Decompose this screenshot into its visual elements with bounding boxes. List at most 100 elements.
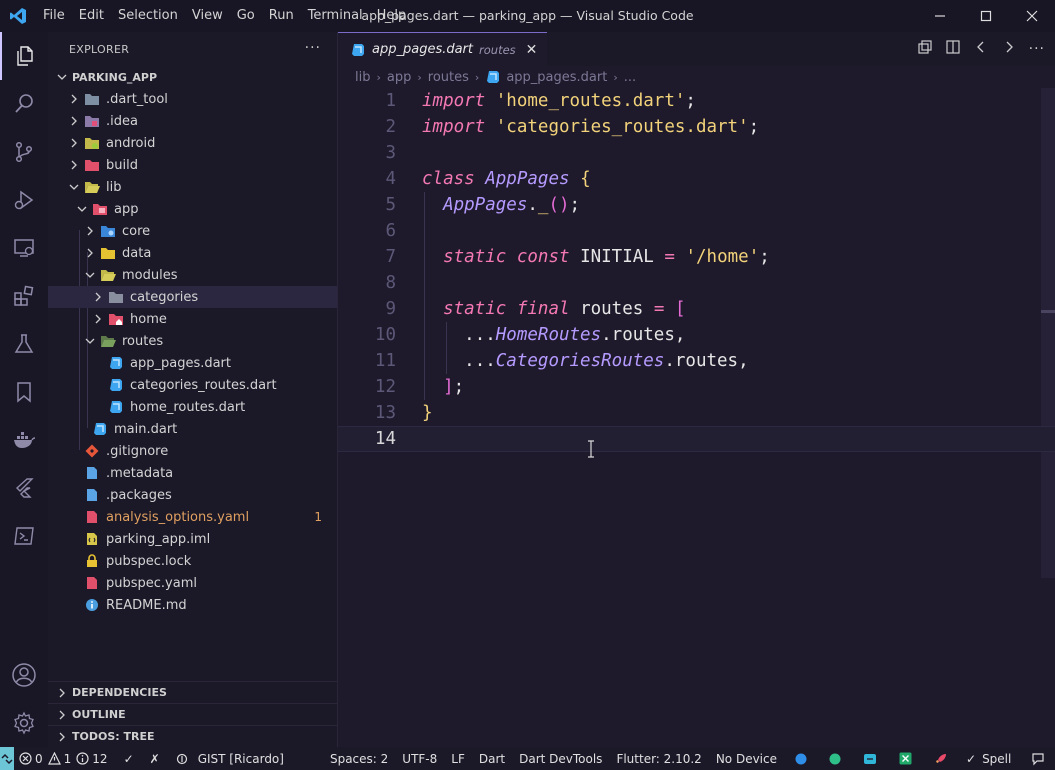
feedback-icon[interactable] (1026, 747, 1050, 770)
code-line: 8 (338, 270, 1055, 296)
code-line: 10 ...HomeRoutes.routes, (338, 322, 1055, 348)
breadcrumb-item[interactable]: app (387, 70, 411, 85)
blue-circle-icon[interactable] (790, 747, 812, 770)
tree-folder-dart-tool[interactable]: .dart_tool (48, 88, 337, 110)
tab-app-pages[interactable]: app_pages.dart routes ✕ (338, 32, 548, 66)
tab-title: app_pages.dart (372, 42, 474, 57)
tree-folder-home[interactable]: home (48, 308, 337, 330)
accounts-icon[interactable] (0, 651, 48, 699)
more-actions-icon[interactable]: ··· (1029, 41, 1045, 57)
language-mode-status[interactable]: Dart (474, 747, 510, 770)
tree-file-pubspec-lock[interactable]: pubspec.lock (48, 550, 337, 572)
code-line: 1 import 'home_routes.dart'; (338, 88, 1055, 114)
extensions-icon[interactable] (0, 272, 48, 320)
menu-go[interactable]: Go (230, 0, 262, 32)
tree-folder-app[interactable]: app (48, 198, 337, 220)
tree-file-gitignore[interactable]: .gitignore (48, 440, 337, 462)
excel-icon[interactable] (894, 747, 917, 770)
spell-check-status[interactable]: ✓ Spell (961, 747, 1016, 770)
tree-file-app-pages[interactable]: app_pages.dart (48, 352, 337, 374)
check-icon[interactable]: ✓ (119, 747, 139, 770)
breadcrumb-item[interactable]: app_pages.dart (506, 70, 607, 85)
open-changes-icon[interactable] (917, 39, 933, 59)
live-share-icon[interactable] (858, 747, 882, 770)
menu-view[interactable]: View (185, 0, 230, 32)
tree-file-metadata[interactable]: .metadata (48, 462, 337, 484)
tree-folder-android[interactable]: android (48, 132, 337, 154)
line-number: 14 (374, 429, 396, 449)
tree-file-main[interactable]: main.dart (48, 418, 337, 440)
chevron-right-icon (66, 113, 82, 129)
breadcrumb-item[interactable]: routes (428, 70, 469, 85)
tree-file-pubspec-yaml[interactable]: pubspec.yaml (48, 572, 337, 594)
go-forward-icon[interactable] (1001, 39, 1017, 59)
outline-section[interactable]: OUTLINE (48, 703, 337, 725)
menu-selection[interactable]: Selection (111, 0, 185, 32)
tree-file-analysis-options[interactable]: analysis_options.yaml 1 (48, 506, 337, 528)
tree-file-categories-routes[interactable]: categories_routes.dart (48, 374, 337, 396)
dart-devtools-status[interactable]: Dart DevTools (514, 747, 607, 770)
breadcrumb-item[interactable]: lib (355, 70, 370, 85)
dependencies-section[interactable]: DEPENDENCIES (48, 681, 337, 703)
more-actions-icon[interactable]: ··· (305, 40, 321, 56)
line-number: 7 (385, 247, 396, 267)
chevron-right-icon: › (417, 70, 422, 84)
tree-folder-idea[interactable]: .idea (48, 110, 337, 132)
tree-file-readme[interactable]: README.md (48, 594, 337, 616)
run-debug-icon[interactable] (0, 176, 48, 224)
remote-indicator-button[interactable] (0, 747, 14, 770)
info-icon (76, 752, 89, 765)
menu-terminal[interactable]: Terminal (301, 0, 370, 32)
split-editor-icon[interactable] (945, 39, 961, 59)
problems-status[interactable]: 0 1 12 (14, 747, 113, 770)
close-window-button[interactable] (1009, 0, 1055, 32)
workspace-root[interactable]: PARKING_APP (48, 66, 337, 88)
tree-folder-routes[interactable]: routes (48, 330, 337, 352)
tree-folder-modules[interactable]: modules (48, 264, 337, 286)
menu-file[interactable]: File (36, 0, 72, 32)
indentation-status[interactable]: Spaces: 2 (325, 747, 393, 770)
testing-flask-icon[interactable] (0, 320, 48, 368)
code-line: 3 (338, 140, 1055, 166)
chevron-down-icon (66, 179, 82, 195)
folder-icon (100, 245, 116, 261)
settings-gear-icon[interactable] (0, 699, 48, 747)
menu-edit[interactable]: Edit (72, 0, 111, 32)
tree-folder-data[interactable]: data (48, 242, 337, 264)
tree-file-packages[interactable]: .packages (48, 484, 337, 506)
menu-run[interactable]: Run (262, 0, 301, 32)
tree-label: .idea (106, 113, 138, 129)
device-status[interactable]: No Device (711, 747, 782, 770)
eol-status[interactable]: LF (446, 747, 470, 770)
flutter-version-status[interactable]: Flutter: 2.10.2 (611, 747, 706, 770)
todos-tree-section[interactable]: TODOS: TREE (48, 725, 337, 747)
encoding-status[interactable]: UTF-8 (397, 747, 442, 770)
tree-folder-build[interactable]: build (48, 154, 337, 176)
minimize-icon (935, 15, 945, 17)
tree-folder-lib[interactable]: lib (48, 176, 337, 198)
minimize-button[interactable] (917, 0, 963, 32)
search-icon[interactable] (0, 80, 48, 128)
chevron-right-icon (66, 157, 82, 173)
flutter-icon[interactable] (0, 464, 48, 512)
tree-file-iml[interactable]: parking_app.iml (48, 528, 337, 550)
green-circle-icon[interactable] (824, 747, 846, 770)
breadcrumb-item[interactable]: ... (624, 70, 636, 85)
workspace-root-label: PARKING_APP (72, 70, 158, 84)
source-control-icon[interactable] (0, 128, 48, 176)
explorer-icon[interactable] (0, 32, 48, 80)
rocket-icon[interactable] (929, 747, 953, 770)
docker-icon[interactable] (0, 416, 48, 464)
bookmarks-icon[interactable] (0, 368, 48, 416)
maximize-button[interactable] (963, 0, 1009, 32)
tree-file-home-routes[interactable]: home_routes.dart (48, 396, 337, 418)
powershell-icon[interactable] (0, 512, 48, 560)
go-back-icon[interactable] (973, 39, 989, 59)
gist-status[interactable]: GIST [Ricardo] (171, 747, 289, 770)
menu-help[interactable]: Help (370, 0, 414, 32)
x-mark-icon[interactable]: ✗ (145, 747, 165, 770)
tree-folder-categories[interactable]: categories (48, 286, 337, 308)
close-tab-icon[interactable]: ✕ (526, 42, 538, 58)
remote-explorer-icon[interactable] (0, 224, 48, 272)
tree-folder-core[interactable]: core (48, 220, 337, 242)
